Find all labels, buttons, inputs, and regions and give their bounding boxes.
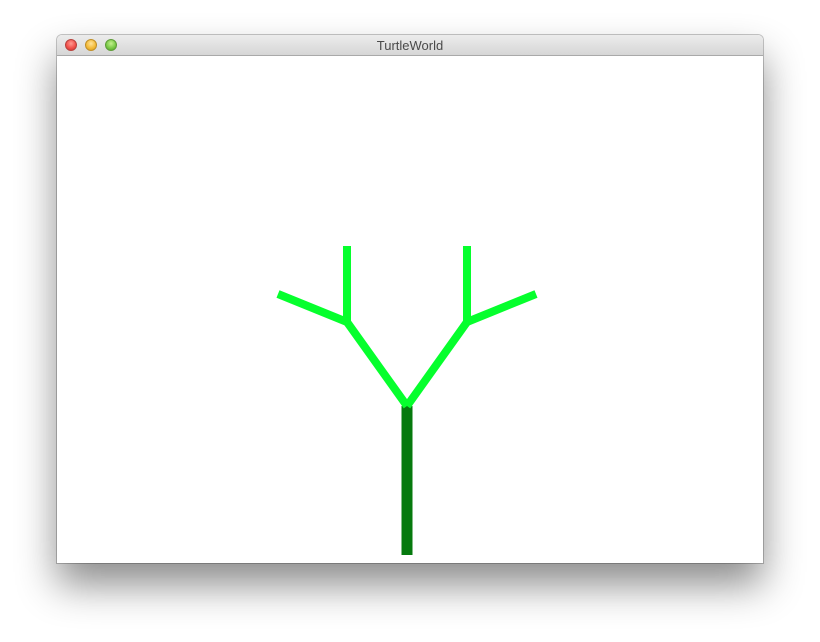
left-side-twig [276, 290, 349, 326]
right-branch [403, 319, 471, 409]
window-title: TurtleWorld [376, 38, 444, 53]
turtleworld-window: TurtleWorld [57, 35, 763, 563]
turtle-canvas[interactable] [57, 56, 763, 563]
left-branch [343, 319, 411, 409]
tree-drawing [276, 246, 538, 555]
window-titlebar[interactable]: TurtleWorld [57, 35, 763, 56]
desktop: TurtleWorld [0, 0, 820, 642]
right-side-twig [465, 290, 538, 326]
